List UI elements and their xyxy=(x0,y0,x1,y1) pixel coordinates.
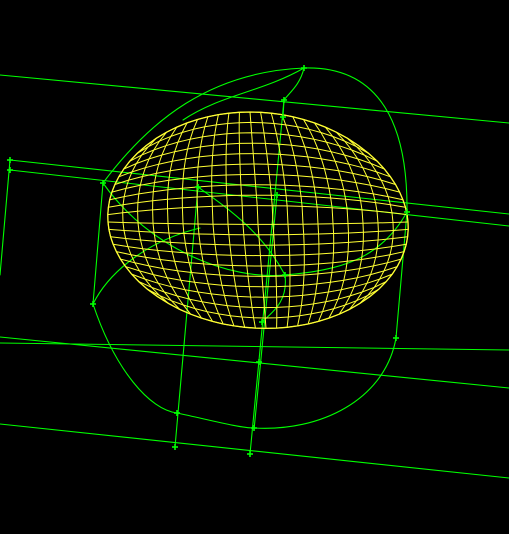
viewport-background xyxy=(0,0,509,534)
graphics-viewport[interactable] xyxy=(0,0,509,534)
